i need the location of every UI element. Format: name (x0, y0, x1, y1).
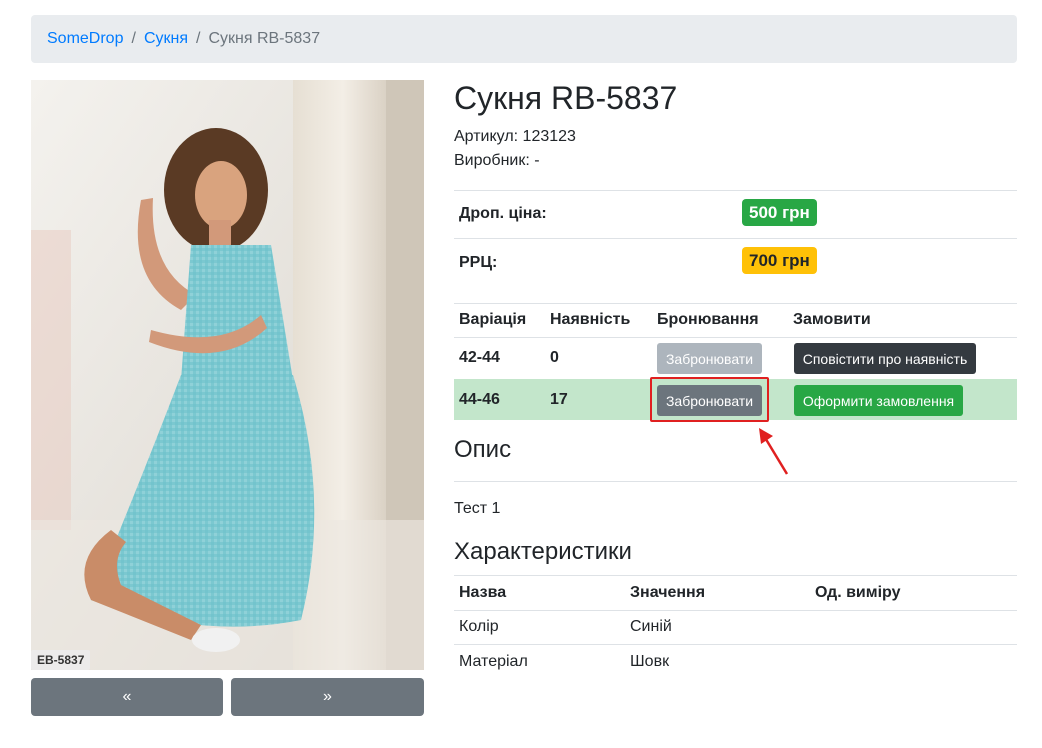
breadcrumb: SomeDrop / Сукня / Сукня RB-5837 (31, 15, 1017, 63)
char-name: Колір (459, 618, 499, 635)
variation-size: 44-46 (459, 391, 500, 408)
char-value-header: Значення (630, 584, 706, 601)
variation-stock: 17 (550, 391, 568, 408)
divider (454, 337, 1017, 338)
divider (454, 575, 1017, 576)
reserve-header: Бронювання (657, 311, 759, 328)
char-value: Синій (630, 618, 672, 635)
variation-stock: 0 (550, 349, 559, 366)
characteristics-heading: Характеристики (454, 538, 632, 565)
description-text: Тест 1 (454, 500, 501, 517)
article-number: Артикул: 123123 (454, 128, 576, 145)
product-image (31, 80, 424, 670)
manufacturer: Виробник: - (454, 152, 540, 169)
divider (454, 644, 1017, 645)
stock-header: Наявність (550, 311, 631, 328)
page-title: Сукня RB-5837 (454, 80, 678, 116)
breadcrumb-category-link[interactable]: Сукня (144, 30, 188, 48)
prev-image-button[interactable]: « (31, 678, 223, 716)
notify-availability-button[interactable]: Сповістити про наявність (794, 343, 976, 374)
divider (454, 238, 1017, 239)
variation-header: Варіація (459, 311, 527, 328)
place-order-button[interactable]: Оформити замовлення (794, 385, 963, 416)
annotation-highlight-box (650, 377, 769, 422)
breadcrumb-home-link[interactable]: SomeDrop (47, 30, 123, 48)
image-sku-tag: EB-5837 (31, 650, 91, 670)
char-value: Шовк (630, 653, 670, 670)
order-header: Замовити (793, 311, 871, 328)
divider (454, 610, 1017, 611)
next-image-button[interactable]: » (231, 678, 424, 716)
char-name: Матеріал (459, 653, 528, 670)
rrc-price-label: РРЦ: (459, 254, 498, 271)
rrc-price-badge: 700 грн (742, 247, 817, 274)
reserve-button-disabled[interactable]: Забронювати (657, 343, 762, 374)
divider (454, 481, 1017, 482)
description-heading: Опис (454, 436, 512, 463)
breadcrumb-current: Сукня RB-5837 (208, 30, 321, 47)
drop-price-badge: 500 грн (742, 199, 817, 226)
divider (454, 190, 1017, 191)
drop-price-label: Дроп. ціна: (459, 205, 547, 222)
char-unit-header: Од. виміру (815, 584, 901, 601)
annotation-arrow-icon (759, 428, 789, 475)
breadcrumb-separator: / (196, 30, 201, 47)
variation-size: 42-44 (459, 349, 500, 366)
char-name-header: Назва (459, 584, 507, 601)
breadcrumb-separator: / (131, 30, 136, 47)
divider (454, 303, 1017, 304)
